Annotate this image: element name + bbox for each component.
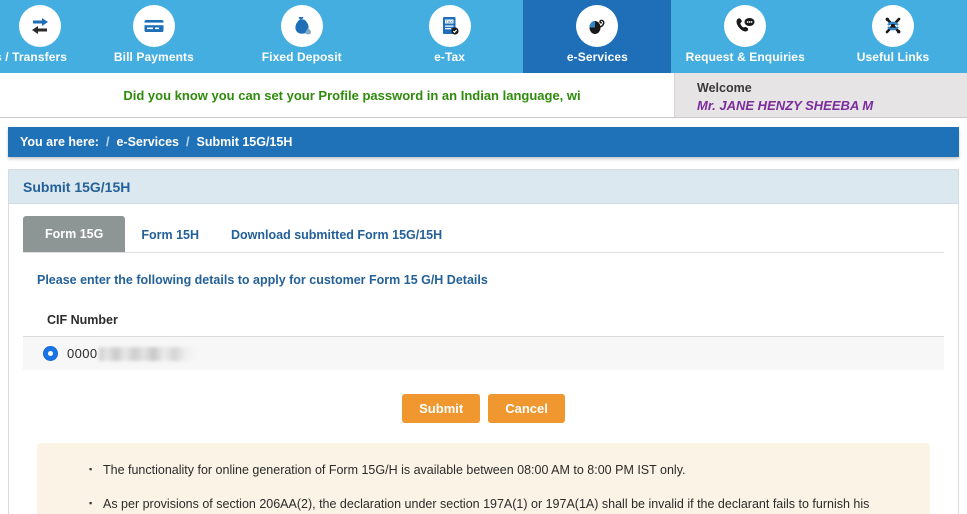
breadcrumb-wrapper: You are here: / e-Services / Submit 15G/… (0, 118, 967, 157)
instruction-text: Please enter the following details to ap… (37, 273, 488, 287)
note-item: As per provisions of section 206AA(2), t… (89, 494, 920, 513)
svg-text:TAX: TAX (445, 19, 453, 24)
cif-number-row[interactable]: 0000 (23, 336, 944, 370)
tax-document-icon: TAX (428, 5, 471, 47)
transfer-arrows-icon (19, 5, 61, 47)
money-bag-icon (280, 5, 323, 47)
nav-label-accounts-transfers: ts / Transfers (0, 50, 68, 64)
nav-item-accounts-transfers[interactable]: ts / Transfers (0, 0, 80, 73)
breadcrumb-separator-1: / (105, 135, 110, 149)
breadcrumb-prefix: You are here: (20, 135, 99, 149)
note-item: The functionality for online generation … (89, 460, 920, 479)
phone-chat-icon (724, 5, 767, 47)
breadcrumb-item-submit-15g-15h[interactable]: Submit 15G/15H (197, 135, 293, 149)
panel-body: Form 15G Form 15H Download submitted For… (9, 216, 958, 514)
mouse-cursor-icon (576, 5, 619, 47)
nav-item-e-services[interactable]: e-Services (523, 0, 672, 73)
marquee-banner: Did you know you can set your Profile pa… (0, 73, 675, 117)
notes-panel: The functionality for online generation … (37, 443, 930, 514)
redacted-cif-digits (98, 346, 195, 361)
nav-label-bill-payments: Bill Payments (113, 50, 194, 64)
cif-radio-button[interactable] (43, 346, 58, 361)
nav-label-request-enquiries: Request & Enquiries (685, 50, 805, 64)
breadcrumb: You are here: / e-Services / Submit 15G/… (8, 127, 959, 157)
main-navigation: ts / Transfers Bill Payments Fixed Depos… (0, 0, 967, 73)
nav-item-fixed-deposit[interactable]: Fixed Deposit (228, 0, 376, 73)
welcome-user-name: Mr. JANE HENZY SHEEBA M (697, 98, 874, 113)
submit-button[interactable]: Submit (402, 394, 481, 423)
tab-form-15h[interactable]: Form 15H (125, 218, 215, 252)
credit-card-icon (132, 5, 175, 47)
nav-label-e-services: e-Services (566, 50, 628, 64)
notes-list: The functionality for online generation … (47, 460, 920, 513)
action-buttons: Submit Cancel (23, 394, 944, 423)
nav-label-useful-links: Useful Links (856, 50, 930, 64)
welcome-panel: Welcome Mr. JANE HENZY SHEEBA M (675, 73, 967, 117)
tab-bar: Form 15G Form 15H Download submitted For… (23, 216, 944, 253)
nav-item-request-enquiries[interactable]: Request & Enquiries (671, 0, 819, 73)
page-title: Submit 15G/15H (23, 178, 131, 195)
nav-label-fixed-deposit: Fixed Deposit (261, 50, 342, 64)
nav-item-e-tax[interactable]: TAX e-Tax (376, 0, 524, 73)
breadcrumb-separator-2: / (186, 135, 190, 149)
nav-item-useful-links[interactable]: Useful Links (819, 0, 967, 73)
marquee-text: Did you know you can set your Profile pa… (123, 87, 581, 103)
welcome-title: Welcome (697, 81, 752, 95)
cancel-button[interactable]: Cancel (488, 394, 565, 423)
breadcrumb-item-e-services[interactable]: e-Services (116, 135, 179, 149)
links-network-icon (872, 5, 915, 47)
main-panel: Submit 15G/15H Form 15G Form 15H Downloa… (8, 169, 959, 514)
tab-form-15g[interactable]: Form 15G (23, 216, 126, 252)
cif-number-value: 0000 (67, 346, 98, 361)
tab-download-submitted-form[interactable]: Download submitted Form 15G/15H (215, 218, 458, 252)
nav-label-e-tax: e-Tax (434, 50, 466, 64)
cif-radio-dot (48, 351, 53, 356)
nav-item-bill-payments[interactable]: Bill Payments (80, 0, 228, 73)
info-bar: Did you know you can set your Profile pa… (0, 73, 967, 118)
cif-number-label: CIF Number (47, 313, 118, 327)
panel-header: Submit 15G/15H (9, 170, 958, 204)
